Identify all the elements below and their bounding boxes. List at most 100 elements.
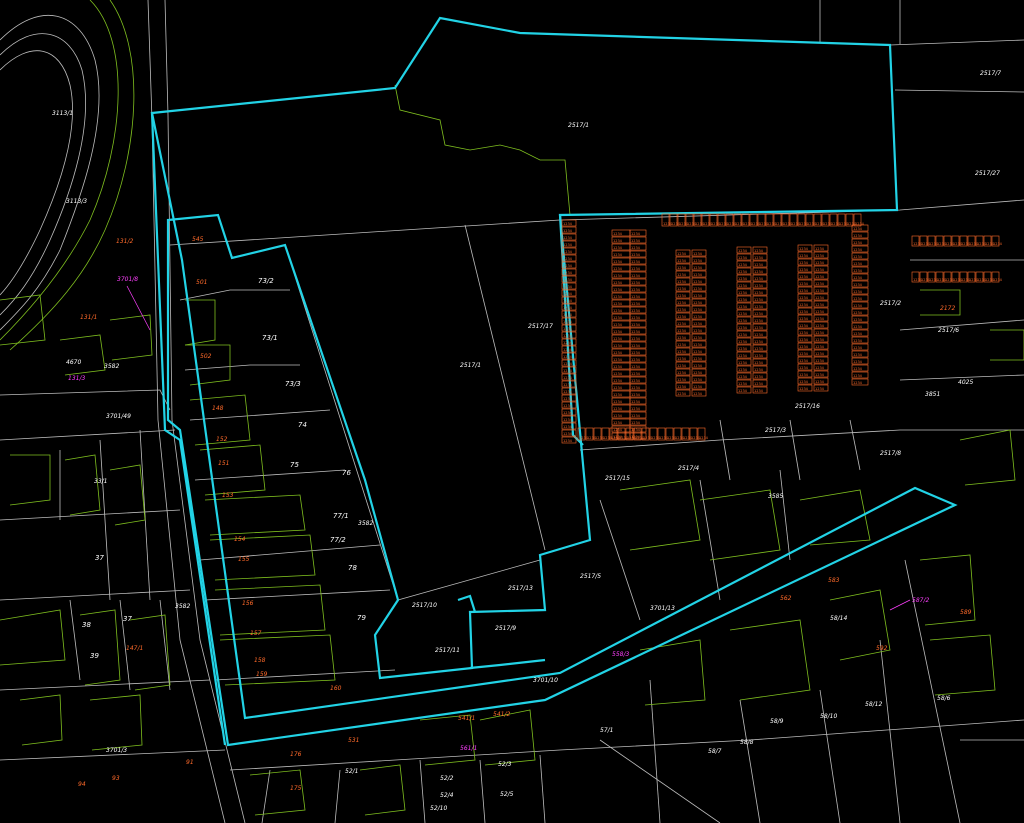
garage-cell-label: 1234 bbox=[738, 389, 748, 393]
label-592: 592 bbox=[876, 645, 888, 652]
label-3113-3: 3113/3 bbox=[66, 198, 87, 205]
garage-cell-label: 1234 bbox=[631, 323, 641, 327]
garage-cell-label: 1234 bbox=[613, 407, 623, 411]
label-2517-27: 2517/27 bbox=[975, 170, 1000, 177]
label-3585: 3585 bbox=[768, 493, 783, 500]
garage-cell-label: 1234 bbox=[693, 378, 703, 382]
label-502: 502 bbox=[200, 353, 212, 360]
garage-cell-label: 1234 bbox=[754, 284, 764, 288]
label-3701-3: 3701/3 bbox=[106, 747, 127, 754]
garage-cell-label: 1234 bbox=[738, 333, 748, 337]
garage-cell-label: 1234 bbox=[563, 313, 573, 317]
garage-cell-label: 1234 bbox=[815, 359, 825, 363]
garage-cell-label: 1234 bbox=[738, 361, 748, 365]
label-2517-3: 2517/3 bbox=[765, 427, 786, 434]
label-2517-15: 2517/15 bbox=[605, 475, 630, 482]
garage-cell-label: 1234 bbox=[855, 222, 865, 226]
label-159: 159 bbox=[256, 671, 268, 678]
garage-cell-label: 1234 bbox=[677, 294, 687, 298]
garage-cell-label: 1234 bbox=[613, 358, 623, 362]
garage-cell-label: 1234 bbox=[738, 277, 748, 281]
garage-cell-label: 1234 bbox=[631, 428, 641, 432]
label-2517-5: 2517/5 bbox=[580, 573, 601, 580]
garage-cell-label: 1234 bbox=[613, 400, 623, 404]
garage-cell-label: 1234 bbox=[754, 256, 764, 260]
label-91: 91 bbox=[186, 759, 194, 766]
garage-cell-label: 1234 bbox=[613, 288, 623, 292]
garage-cell-label: 1234 bbox=[563, 348, 573, 352]
garage-cell-label: 1234 bbox=[853, 276, 863, 280]
garage-cell-label: 1234 bbox=[631, 386, 641, 390]
garage-cell-label: 1234 bbox=[799, 338, 809, 342]
label-3582b: 3582 bbox=[175, 603, 190, 610]
garage-cell-label: 1234 bbox=[815, 289, 825, 293]
label-541-1: 541/1 bbox=[458, 715, 475, 722]
garage-cell-label: 1234 bbox=[563, 418, 573, 422]
garage-cell-label: 1234 bbox=[613, 337, 623, 341]
garage-cell-label: 1234 bbox=[693, 294, 703, 298]
garage-cell-label: 1234 bbox=[815, 261, 825, 265]
garage-cell-label: 1234 bbox=[563, 334, 573, 338]
garage-cell-label: 1234 bbox=[677, 280, 687, 284]
label-52-1: 52/1 bbox=[345, 768, 358, 775]
garage-cell-label: 1234 bbox=[563, 222, 573, 226]
garage-cell-label: 1234 bbox=[693, 252, 703, 256]
cadastral-map[interactable]: 1234 1234 1234 1234 1234 1234 1234 1234 1234 1234… bbox=[0, 0, 1024, 823]
garage-cell-label: 1234 bbox=[613, 414, 623, 418]
label-175: 175 bbox=[290, 785, 302, 792]
garage-cell-label: 1234 bbox=[677, 364, 687, 368]
garage-cell-label: 1234 bbox=[631, 344, 641, 348]
garage-cell-label: 1234 bbox=[815, 380, 825, 384]
garage-cell-label: 1234 bbox=[799, 289, 809, 293]
garage-cell-label: 1234 bbox=[853, 360, 863, 364]
label-3113-1: 3113/1 bbox=[52, 110, 73, 117]
garage-cell-label: 1234 bbox=[613, 267, 623, 271]
garage-cell-label: 1234 bbox=[738, 305, 748, 309]
garage-cell-label: 1234 bbox=[631, 309, 641, 313]
garage-cell-label: 1234 bbox=[853, 381, 863, 385]
garage-cell-label: 1234 bbox=[738, 347, 748, 351]
garage-cell-label: 1234 bbox=[613, 351, 623, 355]
garage-cell-label: 1234 bbox=[677, 259, 687, 263]
garage-cell-label: 1234 bbox=[799, 282, 809, 286]
label-153: 153 bbox=[222, 492, 234, 499]
garage-cell-label: 1234 bbox=[631, 232, 641, 236]
label-58-7: 58/7 bbox=[708, 748, 722, 755]
label-93: 93 bbox=[112, 775, 120, 782]
garage-cell-label: 1234 bbox=[799, 254, 809, 258]
label-561-1: 561/1 bbox=[460, 745, 477, 752]
garage-cell-label: 1234 bbox=[563, 425, 573, 429]
garage-cell-label: 1234 bbox=[613, 295, 623, 299]
garage-cell-label: 1234 bbox=[738, 263, 748, 267]
garage-cell-label: 1234 bbox=[613, 428, 623, 432]
garage-cell-label: 1234 bbox=[613, 386, 623, 390]
garage-cell-label: 1234 bbox=[563, 432, 573, 436]
label-52-4: 52/4 bbox=[440, 792, 454, 799]
garage-cell-label: 1234 bbox=[754, 291, 764, 295]
label-58-10: 58/10 bbox=[820, 713, 837, 720]
garage-cell-label: 1234 bbox=[754, 298, 764, 302]
garage-cell-label: 1234 bbox=[754, 382, 764, 386]
garage-cell-label: 1234 bbox=[799, 303, 809, 307]
garage-cell-label: 1234 bbox=[563, 327, 573, 331]
label-545: 545 bbox=[192, 236, 204, 243]
garage-cell-label: 1234 bbox=[631, 239, 641, 243]
garage-cell-label: 1234 bbox=[754, 333, 764, 337]
garage-cell-label: 1234 bbox=[799, 317, 809, 321]
label-75: 75 bbox=[290, 461, 299, 469]
garage-cell-label: 1234 bbox=[563, 362, 573, 366]
garage-cell-label: 1234 bbox=[693, 287, 703, 291]
label-37a: 37 bbox=[95, 554, 104, 562]
garage-cell-label: 1234 bbox=[738, 312, 748, 316]
label-160: 160 bbox=[330, 685, 342, 692]
garage-cell-label: 1234 bbox=[631, 414, 641, 418]
garage-cell-label: 1234 bbox=[677, 266, 687, 270]
garage-cell-label: 1234 bbox=[693, 336, 703, 340]
garage-cell-label: 1234 bbox=[815, 373, 825, 377]
label-3582c: 3582 bbox=[104, 363, 119, 370]
garage-cell-label: 1234 bbox=[613, 393, 623, 397]
garage-cell-label: 1234 bbox=[799, 359, 809, 363]
garage-cell-label: 1234 bbox=[677, 343, 687, 347]
garage-cell-label: 1234 bbox=[631, 253, 641, 257]
label-2517-13: 2517/13 bbox=[508, 585, 533, 592]
